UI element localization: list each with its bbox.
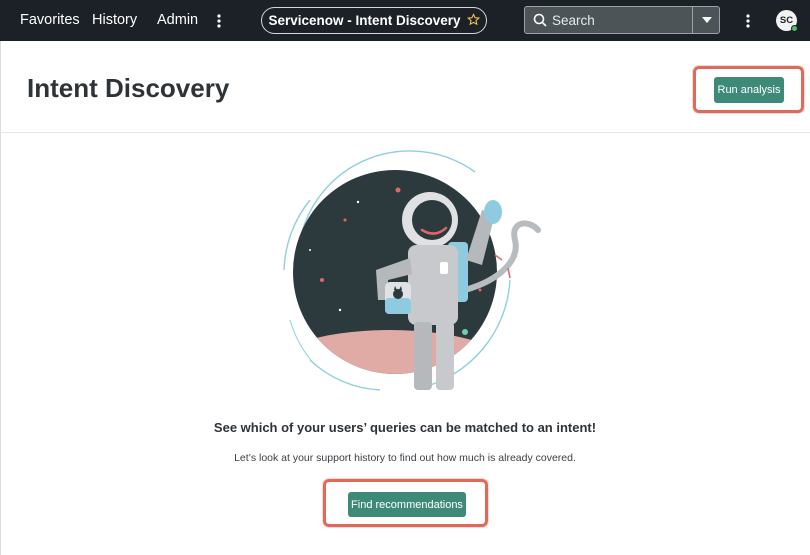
- nav-favorites[interactable]: Favorites: [20, 0, 80, 41]
- user-avatar[interactable]: SC: [776, 10, 798, 32]
- app-title: Servicenow - Intent Discovery: [268, 13, 461, 28]
- app-title-pill[interactable]: Servicenow - Intent Discovery: [261, 7, 487, 34]
- run-analysis-button[interactable]: Run analysis: [714, 77, 784, 103]
- page-header: Intent Discovery: [0, 41, 810, 133]
- top-navigation-bar: Favorites History Admin Servicenow - Int…: [0, 0, 810, 41]
- page-title: Intent Discovery: [27, 73, 230, 103]
- empty-state-description: Let’s look at your support history to fi…: [234, 452, 576, 464]
- nav-admin[interactable]: Admin: [157, 0, 198, 41]
- nav-history[interactable]: History: [92, 0, 137, 41]
- find-recommendations-button[interactable]: Find recommendations: [348, 492, 466, 517]
- astronaut-illustration: [270, 150, 550, 400]
- search-scope-dropdown[interactable]: [693, 7, 720, 33]
- more-menu-icon[interactable]: [212, 0, 226, 41]
- astronaut-icon: [283, 150, 541, 391]
- global-search: [524, 6, 720, 34]
- favorite-star-icon[interactable]: [466, 12, 480, 29]
- empty-state-headline: See which of your users’ queries can be …: [213, 420, 597, 435]
- avatar-initials: SC: [779, 15, 794, 26]
- user-menu-kebab-icon[interactable]: [741, 0, 755, 41]
- presence-indicator: [791, 25, 798, 32]
- search-input[interactable]: [552, 8, 692, 32]
- search-icon: [533, 13, 547, 32]
- chevron-down-icon: [701, 17, 712, 23]
